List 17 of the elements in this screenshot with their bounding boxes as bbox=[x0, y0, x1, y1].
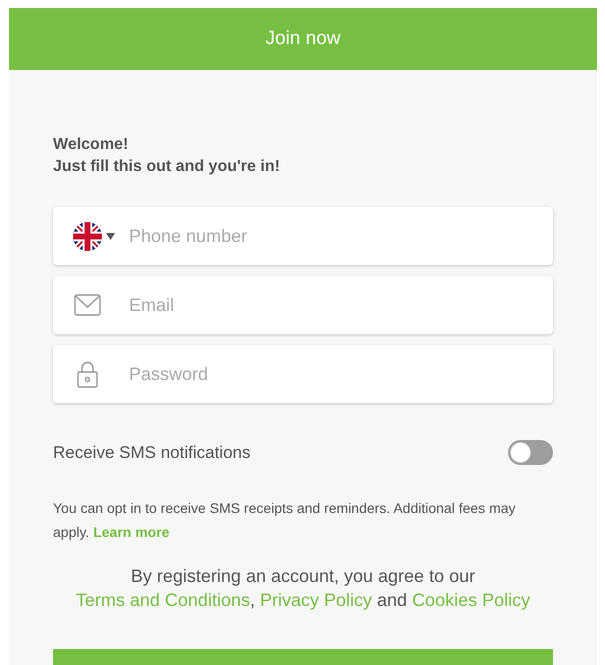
email-field[interactable]: Email bbox=[53, 276, 553, 334]
welcome-text: Just fill this out and you're in! bbox=[53, 157, 281, 177]
header-title: Join now bbox=[266, 26, 340, 51]
policy-link[interactable]: Cookies Policy bbox=[412, 590, 530, 610]
policy-link[interactable]: Privacy Policy bbox=[260, 590, 372, 610]
learn-more-link[interactable]: Learn more bbox=[93, 524, 170, 540]
sms-toggle[interactable] bbox=[508, 440, 553, 466]
caret-icon bbox=[106, 232, 115, 240]
sms-toggle-label: Receive SMS notifications bbox=[53, 442, 250, 464]
phone-field[interactable]: Phone number bbox=[53, 207, 553, 265]
policy-link[interactable]: Terms and Conditions bbox=[76, 590, 250, 610]
password-field[interactable]: Password bbox=[53, 345, 553, 403]
sms-note: You can opt in to receive SMS receipts and reminders. Additional fees may apply. Learn more bbox=[53, 498, 517, 542]
terms-text: By registering an account, you agree to our Terms and Conditions, Privacy Policy and Cookies Policy bbox=[74, 564, 532, 612]
welcome-text: Welcome! bbox=[53, 135, 130, 155]
padlock-icon bbox=[77, 360, 98, 388]
envelope-icon bbox=[74, 294, 101, 316]
